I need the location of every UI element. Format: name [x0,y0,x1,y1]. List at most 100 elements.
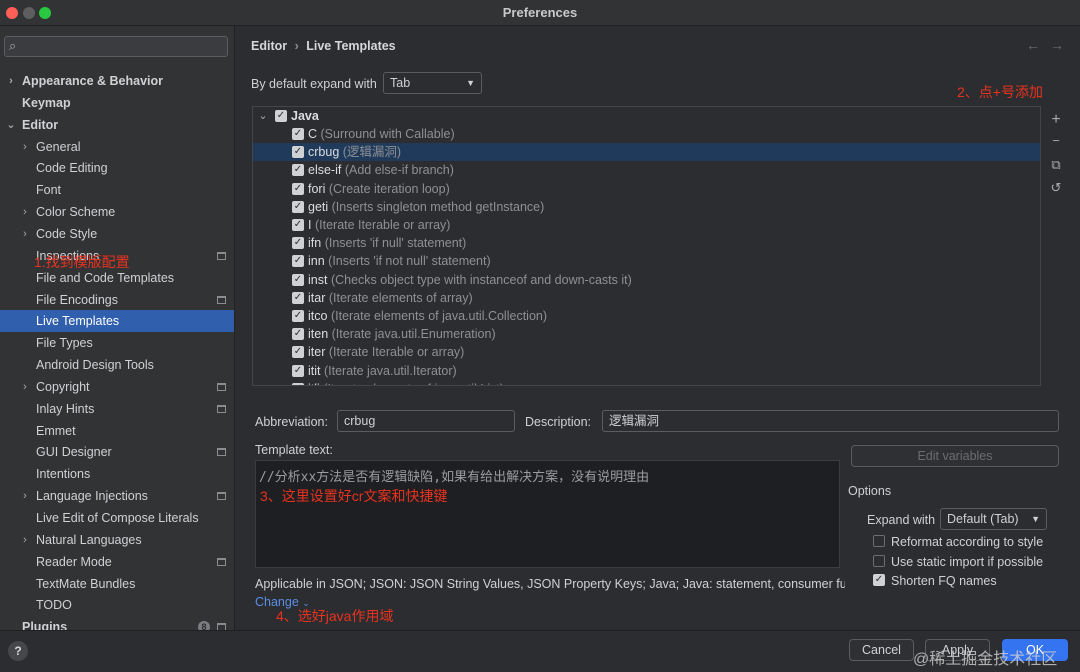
shorten-fq-checkbox[interactable]: ✓ [873,574,885,586]
template-checkbox[interactable]: ✓ [292,146,304,159]
template-checkbox[interactable]: ✓ [292,273,304,286]
sidebar-item-label: Natural Languages [36,532,142,547]
template-row[interactable]: ✓ geti (Inserts singleton method getInsta… [253,198,1040,216]
sidebar-item[interactable]: Intentions [0,463,234,485]
template-row[interactable]: ✓ itar (Iterate elements of array) [253,289,1040,307]
remove-icon[interactable]: − [1049,133,1063,148]
sidebar-item[interactable]: › Code Style [0,223,234,245]
sidebar-item[interactable]: Inlay Hints [0,398,234,420]
expand-with-select[interactable]: Default (Tab) ▼ [940,508,1047,530]
sidebar-item[interactable]: Reader Mode [0,551,234,573]
template-checkbox[interactable]: ✓ [292,328,304,341]
static-import-checkbox[interactable] [873,555,885,567]
template-row[interactable]: ✓ else-if (Add else-if branch) [253,161,1040,179]
add-icon[interactable]: + [1049,111,1063,129]
template-row[interactable]: ✓ inn (Inserts 'if not null' statement) [253,252,1040,270]
template-checkbox[interactable]: ✓ [292,255,304,268]
sidebar-item[interactable]: › Copyright [0,376,234,398]
sidebar-item-label: TextMate Bundles [36,576,136,591]
template-row[interactable]: ✓ inst (Checks object type with instanceo… [253,271,1040,289]
back-arrow-icon[interactable]: ← [1026,37,1040,53]
sidebar-item[interactable]: File Types [0,332,234,354]
expand-default-select[interactable]: Tab ▼ [383,72,482,94]
sidebar-item[interactable]: Plugins 8 [0,616,234,630]
help-button[interactable]: ? [8,641,28,661]
template-checkbox[interactable]: ✓ [292,200,304,213]
sidebar-item[interactable]: TODO [0,594,234,616]
sidebar-item[interactable]: › Language Injections [0,485,234,507]
sidebar-item[interactable]: Font [0,179,234,201]
breadcrumb-parent[interactable]: Editor [251,39,287,53]
sidebar-item[interactable]: ⌄ Editor [0,114,234,136]
sidebar-item[interactable]: Android Design Tools [0,354,234,376]
shorten-fq-label: Shorten FQ names [891,574,997,588]
template-description: (Inserts 'if null' statement) [324,236,467,251]
chevron-right-icon[interactable]: › [20,136,30,158]
template-checkbox[interactable]: ✓ [292,310,304,322]
template-checkbox[interactable]: ✓ [292,382,304,385]
chevron-right-icon[interactable]: › [20,529,30,551]
template-checkbox[interactable]: ✓ [292,291,304,304]
template-row[interactable]: ✓ I (Iterate Iterable or array) [253,216,1040,234]
template-row[interactable]: ✓ ifn (Inserts 'if null' statement) [253,234,1040,252]
template-row[interactable]: ✓ fori (Create iteration loop) [253,180,1040,198]
chevron-down-icon[interactable]: ⌄ [258,107,268,125]
template-group-java[interactable]: ⌄ ✓ Java [253,107,1040,125]
template-checkbox[interactable]: ✓ [292,182,304,195]
chevron-right-icon[interactable]: › [20,223,30,245]
reformat-checkbox[interactable] [873,535,885,547]
sidebar-item[interactable]: › Natural Languages [0,529,234,551]
restore-icon[interactable]: ↺ [1049,180,1063,196]
template-description: (Iterate java.util.Enumeration) [331,327,496,342]
template-row[interactable]: ✓ itli (Iterate elements of java.util.Lis… [253,380,1040,385]
template-abbr-text: inn [308,254,325,269]
group-checkbox[interactable]: ✓ [275,110,287,122]
sidebar-item[interactable]: GUI Designer [0,441,234,463]
template-row[interactable]: ✓ itco (Iterate elements of java.util.Col… [253,307,1040,325]
template-checkbox[interactable]: ✓ [292,164,304,177]
cancel-button[interactable]: Cancel [849,639,914,661]
template-row[interactable]: ✓ iter (Iterate Iterable or array) [253,343,1040,361]
abbreviation-input[interactable]: crbug [337,410,515,432]
template-row[interactable]: ✓ itit (Iterate java.util.Iterator) [253,362,1040,380]
static-import-label: Use static import if possible [891,555,1044,569]
template-abbreviation: geti (Inserts singleton method getInstan… [308,198,544,216]
template-checkbox[interactable]: ✓ [292,219,304,231]
sidebar-item[interactable]: › Color Scheme [0,201,234,223]
chevron-right-icon[interactable]: › [20,201,30,223]
sidebar-item[interactable]: File Encodings [0,289,234,311]
sidebar-item[interactable]: TextMate Bundles [0,573,234,595]
sidebar-item-label: Inlay Hints [36,401,95,416]
template-description: (Inserts 'if not null' statement) [328,254,491,269]
template-abbr-text: crbug [308,145,340,160]
sidebar-item[interactable]: Live Edit of Compose Literals [0,507,234,529]
sidebar-item[interactable]: › Appearance & Behavior [0,70,234,92]
template-checkbox[interactable]: ✓ [292,346,304,359]
sidebar-item[interactable]: Emmet [0,420,234,442]
sidebar-item[interactable]: Code Editing [0,157,234,179]
project-settings-icon [217,404,226,413]
chevron-right-icon[interactable]: › [20,376,30,398]
template-row[interactable]: ✓ crbug (逻辑漏洞) [253,143,1040,162]
sidebar-item-label: Language Injections [36,489,148,504]
template-checkbox[interactable]: ✓ [292,237,304,250]
template-checkbox[interactable]: ✓ [292,128,304,140]
sidebar-item[interactable]: Live Templates [0,310,234,333]
sidebar-item[interactable]: › General [0,136,234,158]
copy-icon[interactable]: ⧉ [1049,157,1063,173]
chevron-right-icon[interactable]: › [20,485,30,507]
template-row[interactable]: ✓ iten (Iterate java.util.Enumeration) [253,325,1040,343]
search-input[interactable]: ⌕ [4,36,228,57]
sidebar-item-label: GUI Designer [36,445,112,460]
sidebar-item-label: Code Editing [36,161,108,176]
template-text-editor[interactable]: //分析xx方法是否有逻辑缺陷,如果有给出解决方案，没有说明理由 [255,460,840,568]
template-checkbox[interactable]: ✓ [292,364,304,377]
forward-arrow-icon[interactable]: → [1050,37,1064,53]
description-input[interactable]: 逻辑漏洞 [602,410,1059,432]
template-row[interactable]: ✓ C (Surround with Callable) [253,125,1040,143]
edit-variables-button[interactable]: Edit variables [851,445,1059,467]
chevron-right-icon[interactable]: › [6,70,16,92]
chevron-down-icon[interactable]: ⌄ [6,114,16,136]
sidebar-item[interactable]: Keymap [0,92,234,114]
sidebar-item-label: Live Templates [36,314,120,329]
